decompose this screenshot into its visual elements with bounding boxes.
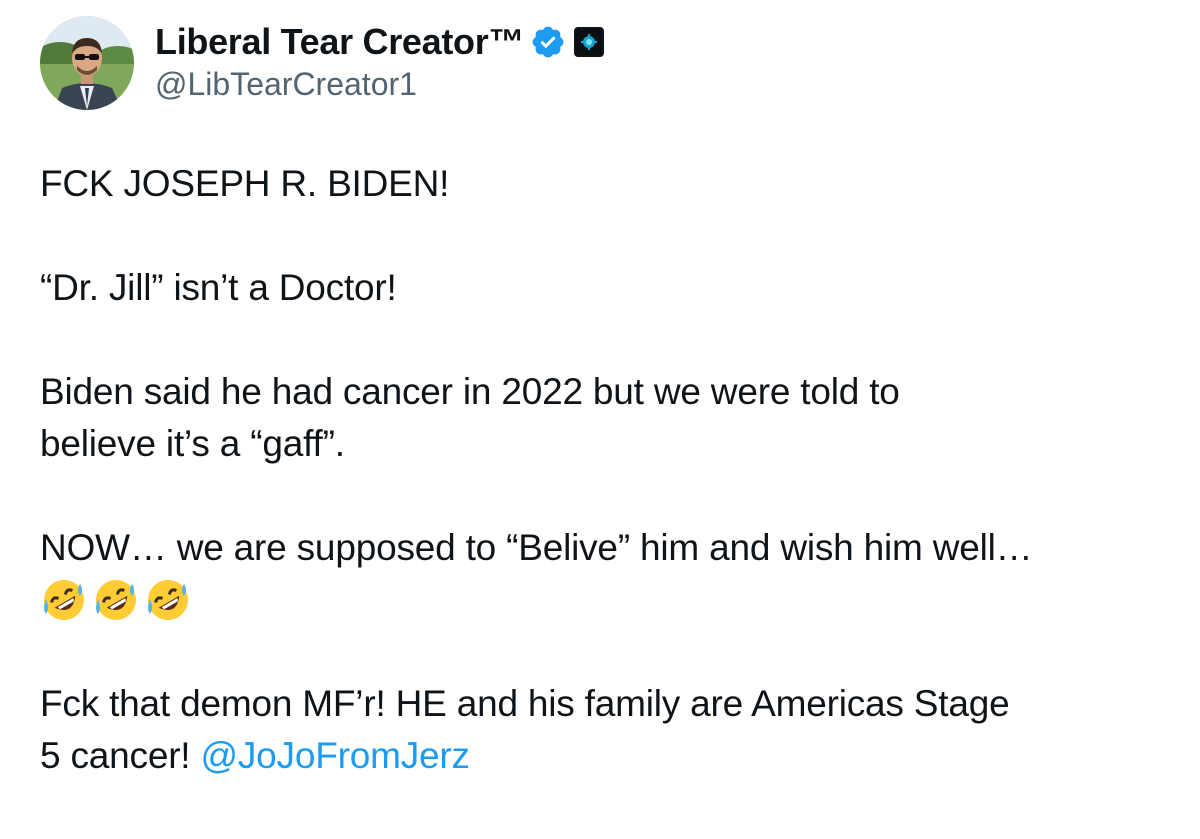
tweet-card: Liberal Tear Creator™ @LibTearCreator1 F… [0,0,1200,839]
verified-badge-icon[interactable] [530,24,566,60]
tweet-line-2: “Dr. Jill” isn’t a Doctor! [40,267,397,308]
affiliate-badge-icon[interactable] [574,27,605,57]
rolling-on-floor-laughing-emoji-1 [40,576,88,624]
tweet-line-3a: Biden said he had cancer in 2022 but we … [40,371,900,412]
tweet-line-3b: believe it’s a “gaff”. [40,423,345,464]
tweet-line-5b-text: 5 cancer! [40,735,201,776]
name-row: Liberal Tear Creator™ [155,20,605,64]
user-avatar[interactable] [40,16,134,110]
mention-link[interactable]: @JoJoFromJerz [200,735,470,776]
emoji-row [40,574,1170,626]
user-names: Liberal Tear Creator™ @LibTearCreator1 [155,20,605,103]
tweet-header: Liberal Tear Creator™ @LibTearCreator1 [40,16,605,114]
rolling-on-floor-laughing-emoji-3 [144,576,192,624]
tweet-line-5b: 5 cancer! @JoJoFromJerz [40,730,1170,782]
user-handle[interactable]: @LibTearCreator1 [155,66,604,103]
tweet-line-5a: Fck that demon MF’r! HE and his family a… [40,683,1010,724]
tweet-text: FCK JOSEPH R. BIDEN! “Dr. Jill” isn’t a … [40,158,1170,782]
tweet-line-1: FCK JOSEPH R. BIDEN! [40,163,450,204]
display-name[interactable]: Liberal Tear Creator™ [155,21,524,63]
tweet-line-4: NOW… we are supposed to “Belive” him and… [40,527,1033,568]
rolling-on-floor-laughing-emoji-2 [92,576,140,624]
